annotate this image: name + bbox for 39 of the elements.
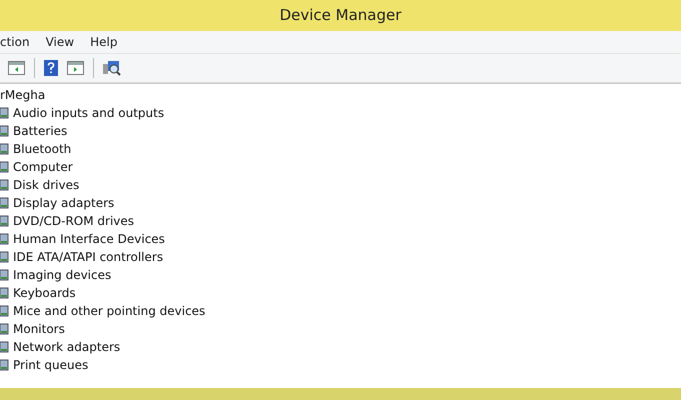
tree-item[interactable]: Print queues [13, 356, 88, 374]
window-back-icon[interactable] [8, 61, 25, 75]
device-icon [0, 233, 9, 245]
device-icon [0, 125, 9, 137]
device-icon [0, 143, 9, 155]
device-icon [0, 179, 9, 191]
menu-item[interactable]: View [46, 33, 74, 51]
tree-item[interactable]: Audio inputs and outputs [13, 104, 164, 122]
window-title: Device Manager [280, 5, 402, 26]
help-icon[interactable] [44, 60, 58, 76]
tree-item[interactable]: Computer [13, 158, 73, 176]
tree-item[interactable]: Batteries [13, 122, 68, 140]
window-forward-icon[interactable] [67, 61, 84, 75]
device-icon [0, 107, 9, 119]
device-icon [0, 215, 9, 227]
device-icon [0, 161, 9, 173]
menu-item[interactable]: Help [90, 33, 118, 51]
tree-item[interactable]: Human Interface Devices [13, 230, 165, 248]
scan-hardware-icon[interactable] [103, 60, 121, 76]
tree-item[interactable]: Imaging devices [13, 266, 112, 284]
device-icon [0, 359, 9, 371]
tree-root[interactable]: rMegha [0, 88, 46, 102]
tree-item[interactable]: Network adapters [13, 338, 120, 356]
device-icon [0, 323, 9, 335]
device-icon [0, 251, 9, 263]
device-icon [0, 341, 9, 353]
device-icon [0, 287, 9, 299]
tree-item[interactable]: Disk drives [13, 176, 80, 194]
menu-item[interactable]: ction [0, 33, 30, 51]
tree-item[interactable]: Monitors [13, 320, 65, 338]
device-icon [0, 197, 9, 209]
tree-item[interactable]: Bluetooth [13, 140, 72, 158]
device-icon [0, 305, 9, 317]
tree-item[interactable]: Display adapters [13, 194, 114, 212]
tree-item[interactable]: Keyboards [13, 284, 76, 302]
tree-item[interactable]: DVD/CD-ROM drives [13, 212, 134, 230]
tree-item[interactable]: Mice and other pointing devices [13, 302, 206, 320]
device-icon [0, 269, 9, 281]
tree-item[interactable]: IDE ATA/ATAPI controllers [13, 248, 164, 266]
